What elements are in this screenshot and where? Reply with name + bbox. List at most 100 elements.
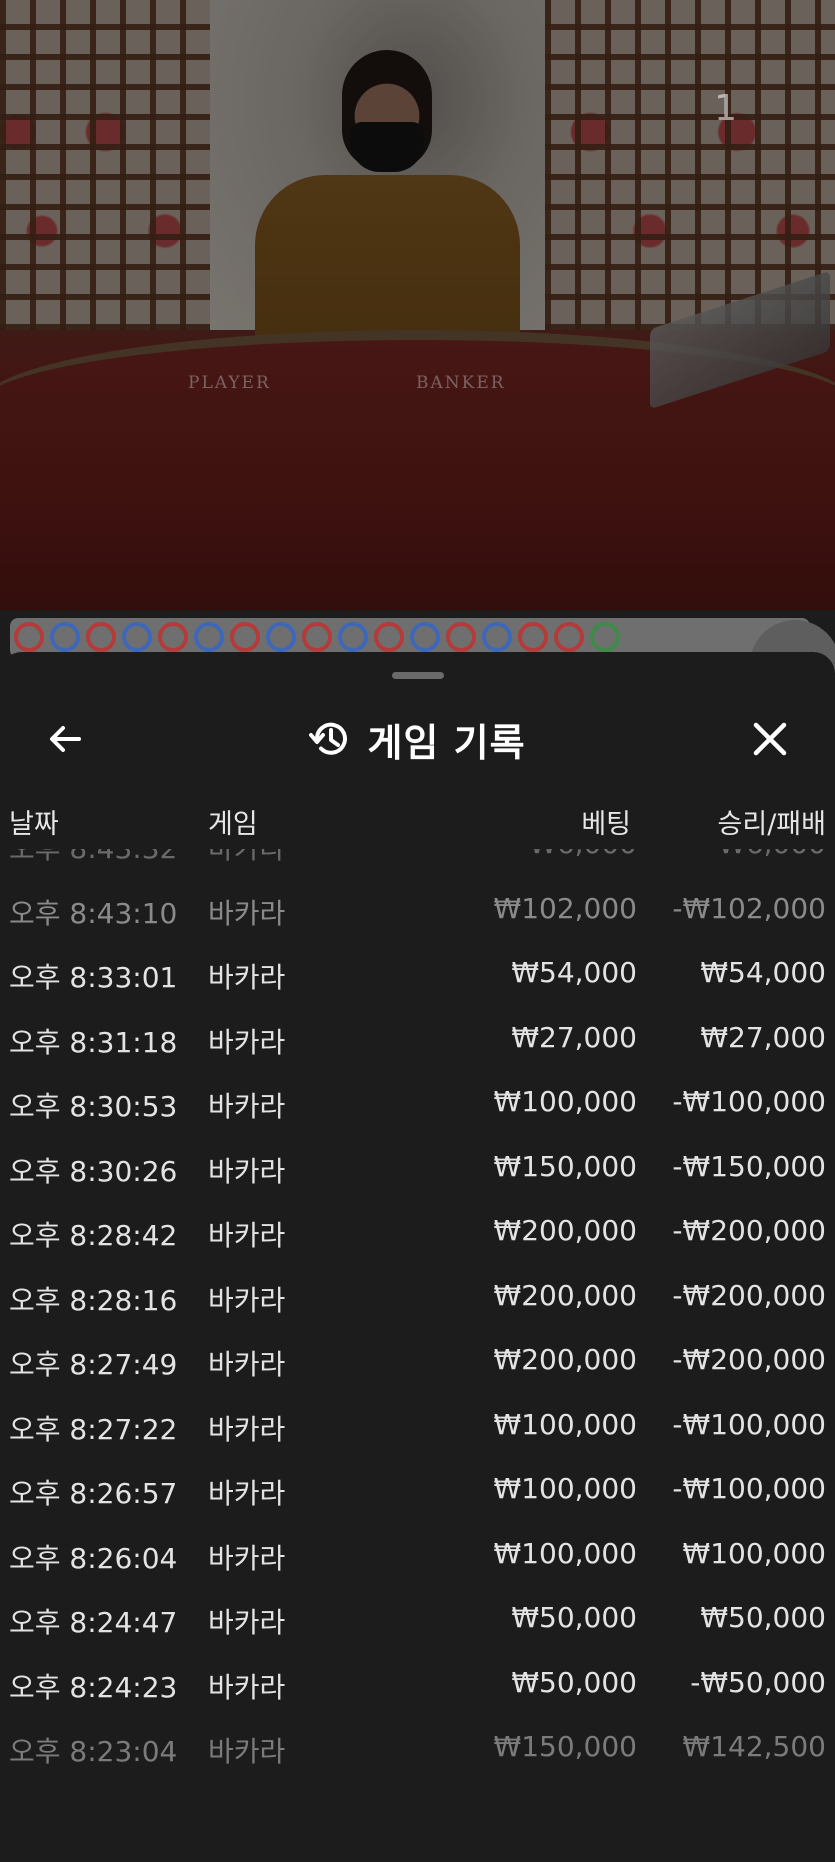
row-bet: ₩100,000: [493, 1407, 637, 1441]
dim-overlay: [0, 0, 835, 610]
row-bet: ₩150,000: [493, 1730, 637, 1763]
history-row[interactable]: 오후 8:43:10 바카라 ₩102,000 -₩102,000: [0, 878, 835, 942]
row-result: -₩200,000: [672, 1343, 826, 1376]
row-game: 바카라: [208, 849, 285, 867]
history-row[interactable]: 오후 8:33:01 바카라 ₩54,000 ₩54,000: [0, 942, 835, 1006]
roadmap-bead: [410, 622, 440, 652]
page-title: 게임 기록: [367, 720, 526, 765]
row-bet: ₩150,000: [493, 1149, 637, 1183]
history-row[interactable]: 오후 8:23:04 바카라 ₩150,000 ₩142,500: [0, 1716, 835, 1780]
round-number: 1: [714, 88, 737, 129]
row-bet: ₩6,000: [529, 849, 637, 860]
row-game: 바카라: [208, 1090, 286, 1123]
history-row[interactable]: 오후 8:26:57 바카라 ₩100,000 -₩100,000: [0, 1458, 835, 1522]
row-time: 오후 8:27:49: [9, 1348, 178, 1381]
row-game: 바카라: [208, 1541, 286, 1575]
row-game: 바카라: [208, 1025, 286, 1059]
row-time: 오후 8:27:22: [9, 1412, 178, 1446]
row-game: 바카라: [208, 1154, 286, 1188]
history-list[interactable]: 오후 8:43:32 바카라 ₩6,000 -₩6,000 오후 8:43:10 바카라 ₩…: [0, 849, 835, 1862]
row-bet: ₩100,000: [493, 1536, 637, 1570]
roadmap-bead: [374, 622, 404, 652]
row-time: 오후 8:30:53: [9, 1090, 178, 1123]
row-result: -₩100,000: [672, 1085, 826, 1118]
roadmap-cells: [14, 622, 620, 652]
history-row[interactable]: 오후 8:31:18 바카라 ₩27,000 ₩27,000: [0, 1007, 835, 1071]
column-header-bet: 베팅: [581, 809, 631, 840]
row-result: -₩150,000: [672, 1149, 826, 1183]
history-row[interactable]: 오후 8:28:16 바카라 ₩200,000 -₩200,000: [0, 1265, 835, 1329]
column-header-date: 날짜: [9, 809, 59, 840]
column-header-result: 승리/패배: [717, 809, 826, 840]
row-game: 바카라: [208, 1477, 286, 1510]
row-bet: ₩100,000: [493, 1085, 637, 1118]
row-time: 오후 8:28:16: [9, 1283, 178, 1317]
history-row[interactable]: 오후 8:27:22 바카라 ₩100,000 -₩100,000: [0, 1394, 835, 1458]
row-time: 오후 8:33:01: [9, 961, 178, 994]
row-bet: ₩200,000: [493, 1278, 637, 1312]
row-time: 오후 8:43:32: [9, 849, 177, 867]
row-time: 오후 8:30:26: [9, 1154, 178, 1188]
row-bet: ₩27,000: [511, 1020, 637, 1054]
history-table-header: 날짜 게임 베팅 승리/패배: [0, 802, 835, 842]
history-row[interactable]: 오후 8:30:26 바카라 ₩150,000 -₩150,000: [0, 1136, 835, 1200]
history-row[interactable]: 오후 8:28:42 바카라 ₩200,000 -₩200,000: [0, 1200, 835, 1264]
row-bet: ₩50,000: [511, 1665, 637, 1699]
row-time: 오후 8:23:04: [9, 1735, 178, 1768]
row-bet: ₩200,000: [493, 1214, 637, 1247]
game-history-sheet: 게임 기록 날짜 게임 베팅 승리/패배 오후 8:43:32 바카라 ₩6,000…: [0, 652, 835, 1862]
row-game: 바카라: [208, 1735, 286, 1768]
row-result: ₩27,000: [700, 1020, 826, 1054]
row-game: 바카라: [208, 1606, 286, 1639]
sheet-header: 게임 기록: [0, 692, 835, 792]
row-time: 오후 8:26:57: [9, 1477, 178, 1510]
history-row[interactable]: 오후 8:27:49 바카라 ₩200,000 -₩200,000: [0, 1329, 835, 1393]
row-game: 바카라: [208, 1348, 286, 1381]
roadmap-bead: [590, 622, 620, 652]
close-button[interactable]: [745, 714, 795, 764]
row-result: ₩54,000: [700, 956, 826, 989]
roadmap-bead: [14, 622, 44, 652]
history-row[interactable]: 오후 8:24:47 바카라 ₩50,000 ₩50,000: [0, 1587, 835, 1651]
roadmap-bead: [194, 622, 224, 652]
roadmap-bead: [554, 622, 584, 652]
history-row[interactable]: 오후 8:30:53 바카라 ₩100,000 -₩100,000: [0, 1071, 835, 1135]
close-icon: [753, 722, 787, 756]
roadmap-bead: [50, 622, 80, 652]
roadmap-bead: [266, 622, 296, 652]
row-game: 바카라: [208, 961, 286, 994]
live-video-feed: PLAYER BANKER 1: [0, 0, 835, 610]
roadmap-bead: [446, 622, 476, 652]
row-game: 바카라: [208, 1670, 286, 1704]
history-row[interactable]: 오후 8:43:32 바카라 ₩6,000 -₩6,000: [0, 849, 835, 877]
roadmap-bead: [338, 622, 368, 652]
row-result: -₩200,000: [672, 1214, 826, 1247]
roadmap-bead: [230, 622, 260, 652]
row-result: -₩100,000: [672, 1472, 826, 1505]
row-game: 바카라: [208, 1412, 286, 1446]
row-game: 바카라: [208, 1283, 286, 1317]
history-icon: [309, 722, 348, 755]
row-result: -₩102,000: [672, 891, 826, 925]
history-row[interactable]: 오후 8:24:23 바카라 ₩50,000 -₩50,000: [0, 1652, 835, 1716]
roadmap-bead: [86, 622, 116, 652]
row-result: -₩100,000: [672, 1407, 826, 1441]
row-result: ₩50,000: [700, 1601, 826, 1634]
row-game: 바카라: [208, 1219, 286, 1252]
roadmap-bead: [122, 622, 152, 652]
row-bet: ₩100,000: [493, 1472, 637, 1505]
sheet-drag-handle[interactable]: [392, 672, 444, 679]
roadmap-bead: [158, 622, 188, 652]
row-time: 오후 8:43:10: [9, 896, 178, 930]
row-game: 바카라: [208, 896, 286, 930]
row-time: 오후 8:31:18: [9, 1025, 178, 1059]
history-row[interactable]: 오후 8:26:04 바카라 ₩100,000 ₩100,000: [0, 1523, 835, 1587]
row-bet: ₩200,000: [493, 1343, 637, 1376]
roadmap-bead: [518, 622, 548, 652]
row-result: -₩200,000: [672, 1278, 826, 1312]
row-result: ₩100,000: [682, 1536, 826, 1570]
row-time: 오후 8:28:42: [9, 1219, 178, 1252]
row-bet: ₩54,000: [511, 956, 637, 989]
row-bet: ₩50,000: [511, 1601, 637, 1634]
column-header-game: 게임: [208, 809, 258, 840]
